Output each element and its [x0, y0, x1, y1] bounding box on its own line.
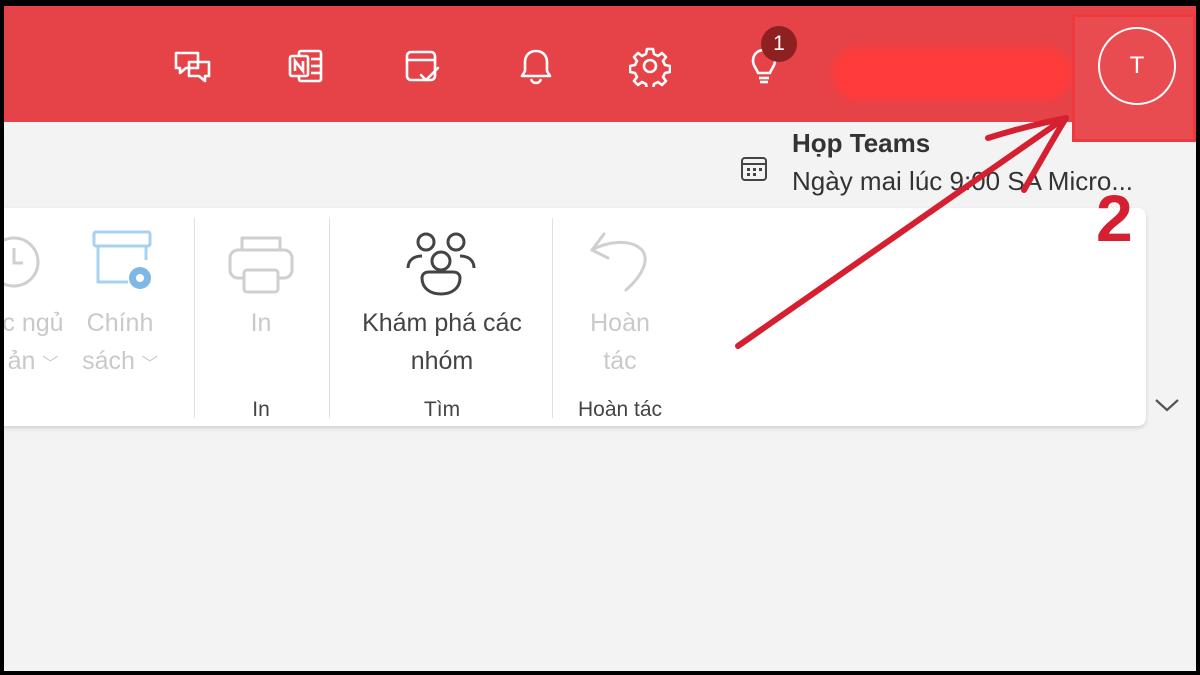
app-screen: 1 T Họp Teams Ngày mai lúc 9:00 SA Micro… — [4, 6, 1196, 671]
undo-label-line1: Hoàn — [590, 309, 650, 337]
policy-label-line1: Chính — [86, 309, 154, 337]
ribbon-separator — [194, 218, 195, 418]
snooze-label-line2: ản — [7, 347, 36, 375]
snooze-label-line1: c ngủ — [4, 309, 64, 337]
my-day-icon[interactable] — [398, 42, 446, 90]
meeting-title[interactable]: Họp Teams — [792, 128, 930, 159]
print-group-label: In — [252, 398, 270, 421]
ribbon-separator — [329, 218, 330, 418]
policy-icon — [92, 230, 152, 289]
undo-icon — [590, 232, 647, 292]
avatar[interactable]: T — [1098, 27, 1176, 105]
undo-button[interactable]: Hoàn tác — [580, 304, 660, 380]
ribbon-collapse-chevron-icon[interactable] — [1150, 390, 1184, 420]
chevron-down-icon: ﹀ — [42, 356, 59, 373]
discover-label-line2: nhóm — [410, 347, 474, 375]
discover-groups-button[interactable]: Khám phá các nhóm — [342, 304, 542, 380]
tips-badge: 1 — [761, 26, 797, 62]
undo-label-line2: tác — [603, 347, 637, 375]
people-group-icon — [406, 232, 476, 296]
printer-icon — [228, 236, 294, 294]
snooze-button[interactable]: c ngủ ản ﹀ — [4, 304, 70, 384]
ribbon-panel — [4, 208, 1146, 426]
onenote-icon[interactable] — [282, 42, 330, 90]
policy-button[interactable]: Chính sách ﹀ — [70, 304, 170, 384]
redacted-account-name — [832, 48, 1072, 100]
gear-icon[interactable] — [626, 42, 674, 90]
clock-icon — [4, 236, 40, 288]
bell-icon[interactable] — [512, 42, 560, 90]
policy-label-line2: sách — [82, 347, 135, 375]
calendar-icon — [741, 157, 767, 181]
print-button[interactable]: In — [226, 304, 296, 342]
ribbon-separator — [552, 218, 553, 418]
feedback-chat-icon[interactable] — [168, 42, 216, 90]
find-group-label: Tìm — [423, 398, 461, 421]
step-number-annotation: 2 — [1096, 181, 1133, 255]
undo-group-label: Hoàn tác — [577, 398, 663, 421]
discover-label-line1: Khám phá các — [362, 309, 522, 337]
top-bar: 1 — [4, 6, 1196, 122]
chevron-down-icon: ﹀ — [141, 356, 158, 373]
